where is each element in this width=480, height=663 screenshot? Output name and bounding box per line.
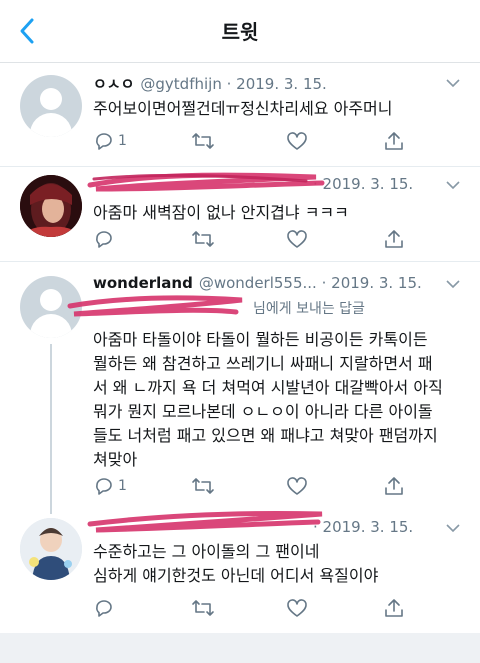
avatar[interactable] — [20, 175, 82, 237]
tweet-actions — [93, 227, 433, 251]
reply-icon — [96, 600, 112, 617]
tweet-meta: ㅇㅅㅇ @gytdfhijn · 2019. 3. 15. — [93, 73, 327, 94]
reply-to-line: 님에게 보내는 답글 — [93, 298, 365, 318]
tweet-date: · 2019. 3. 15. — [313, 175, 414, 193]
tweet-meta: · 2019. 3. 15. — [93, 175, 413, 193]
caret-down-icon[interactable] — [446, 279, 460, 289]
tweet-4[interactable]: · 2019. 3. 15. 수준하고는 그 아이돌의 그 팬이네 심하게 얘기… — [0, 508, 480, 630]
avatar[interactable] — [20, 276, 82, 338]
avatar[interactable] — [20, 75, 82, 137]
tweet-date: · 2019. 3. 15. — [313, 518, 414, 536]
reply-icon — [96, 133, 112, 150]
share-button[interactable] — [383, 129, 405, 153]
like-button[interactable] — [286, 129, 308, 153]
tweet-2[interactable]: · 2019. 3. 15. 아줌마 새벽잠이 없나 안지겹냐 ㅋㅋㅋ — [0, 167, 480, 262]
tweet-meta: wonderland @wonderl555... · 2019. 3. 15. — [93, 274, 422, 292]
tweet-text-line: 서 왜 ㄴ까지 욕 더 쳐먹여 시발년아 대갈빡아서 아직 — [93, 378, 443, 397]
share-icon — [385, 132, 403, 150]
tweet-text: 주어보이면어쩔건데ㅠ정신차리세요 아주머니 — [93, 99, 393, 118]
retweet-icon — [192, 600, 214, 616]
tweet-actions: 1 — [93, 474, 433, 498]
retweet-button[interactable] — [191, 129, 215, 153]
caret-down-icon[interactable] — [446, 523, 460, 533]
handle[interactable]: @gytdfhijn — [140, 75, 221, 93]
share-button[interactable] — [383, 596, 405, 620]
top-bar: 트윗 — [0, 0, 480, 63]
share-button[interactable] — [383, 474, 405, 498]
tweet-date: · 2019. 3. 15. — [226, 75, 327, 93]
tweet-text: 수준하고는 그 아이돌의 그 팬이네 심하게 얘기한것도 아닌데 어디서 욕질이… — [93, 540, 463, 588]
retweet-icon — [192, 478, 214, 494]
share-icon — [385, 477, 403, 495]
handle[interactable]: @wonderl555... — [199, 274, 317, 292]
retweet-icon — [192, 231, 214, 247]
caret-down-icon[interactable] — [446, 180, 460, 190]
tweet-actions: 1 — [93, 129, 433, 153]
tweet-date: · 2019. 3. 15. — [321, 274, 422, 292]
reply-button[interactable] — [93, 596, 115, 620]
thread-line — [50, 344, 52, 514]
tweet-text: 아줌마 새벽잠이 없나 안지겹냐 ㅋㅋㅋ — [93, 203, 349, 222]
redaction-scribble — [87, 510, 323, 533]
display-name[interactable]: ㅇㅅㅇ — [93, 75, 134, 93]
retweet-icon — [192, 133, 214, 149]
reply-icon — [96, 231, 112, 248]
display-name[interactable]: wonderland — [93, 274, 193, 292]
like-button[interactable] — [286, 227, 308, 251]
share-icon — [385, 599, 403, 617]
reply-button[interactable] — [93, 227, 115, 251]
share-button[interactable] — [383, 227, 405, 251]
redaction-scribble — [87, 172, 325, 192]
tweet-actions — [93, 596, 433, 620]
tweet-text-line: 들도 너처럼 패고 있으면 왜 패냐고 쳐맞아 팬덤까지 — [93, 426, 438, 445]
reply-count: 1 — [118, 133, 127, 149]
avatar[interactable] — [20, 518, 82, 580]
tweet-text-line: 수준하고는 그 아이돌의 그 팬이네 — [93, 542, 320, 561]
share-icon — [385, 230, 403, 248]
like-icon — [287, 477, 307, 495]
reply-count: 1 — [118, 478, 127, 494]
reply-icon — [96, 478, 112, 495]
tweet-3[interactable]: wonderland @wonderl555... · 2019. 3. 15. … — [0, 264, 480, 514]
page-title: 트윗 — [221, 20, 259, 44]
like-button[interactable] — [286, 596, 308, 620]
like-button[interactable] — [286, 474, 308, 498]
like-icon — [287, 599, 307, 617]
tweet-meta: · 2019. 3. 15. — [93, 518, 413, 536]
tweet-text-line: 뭐가 뭔지 모르나본데 ㅇㄴㅇ이 아니라 다른 아이돌 — [93, 402, 433, 421]
tweet-text-line: 심하게 얘기한것도 아닌데 어디서 욕질이야 — [93, 566, 379, 585]
retweet-button[interactable] — [191, 596, 215, 620]
caret-down-icon[interactable] — [446, 78, 460, 88]
reply-button[interactable]: 1 — [93, 474, 127, 498]
like-icon — [287, 230, 307, 248]
retweet-button[interactable] — [191, 474, 215, 498]
tweet-text-line: 아줌마 타돌이야 타돌이 뭘하든 비공이든 카톡이든 — [93, 330, 428, 349]
reply-button[interactable]: 1 — [93, 129, 127, 153]
reply-to-suffix: 님에게 보내는 답글 — [253, 301, 365, 317]
tweet-1[interactable]: ㅇㅅㅇ @gytdfhijn · 2019. 3. 15. 주어보이면어쩔건데ㅠ정… — [0, 63, 480, 167]
tweet-text: 아줌마 타돌이야 타돌이 뭘하든 비공이든 카톡이든 뭘하든 왜 참견하고 쓰레… — [93, 328, 463, 472]
section-divider — [0, 633, 480, 663]
tweet-text-line: 쳐맞아 — [93, 450, 138, 469]
retweet-button[interactable] — [191, 227, 215, 251]
tweet-text-line: 뭘하든 왜 참견하고 쓰레기니 싸패니 지랄하면서 패 — [93, 354, 433, 373]
like-icon — [287, 132, 307, 150]
